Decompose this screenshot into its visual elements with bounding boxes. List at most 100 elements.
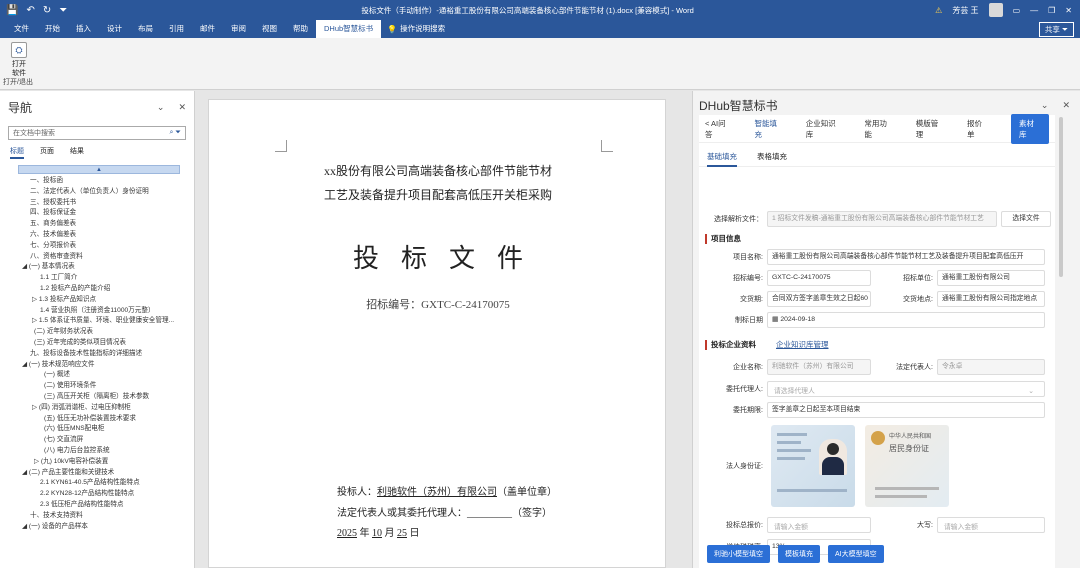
id-card-front[interactable] <box>771 425 855 507</box>
list-item[interactable]: (一) 概述 <box>0 370 194 381</box>
expand-icon[interactable]: ◢ <box>22 361 29 368</box>
list-item[interactable]: 三、授权委托书 <box>0 198 194 209</box>
list-item[interactable]: 十、技术支持资料 <box>0 511 194 522</box>
nav-tab-results[interactable]: 结果 <box>70 146 84 159</box>
collapse-all-bar[interactable]: ▲ <box>18 165 180 174</box>
list-item[interactable]: ◢ (一) 基本情况表 <box>0 262 194 273</box>
undo-icon[interactable]: ↶ <box>26 5 34 16</box>
list-item[interactable]: ▷ (四) 消弧消谐柜、过电压抑制柜 <box>0 403 194 414</box>
bid-unit-input[interactable]: 通裕重工股份有限公司 <box>937 270 1045 286</box>
list-item[interactable]: ◢ (一) 技术规范响应文件 <box>0 360 194 371</box>
agent-select[interactable]: 请选择代理人 ⌄ <box>767 381 1045 397</box>
list-item[interactable]: (三) 高压开关柜（隔离柜）技术参数 <box>0 392 194 403</box>
tab-common[interactable]: 常用功能 <box>864 118 893 140</box>
materials-button[interactable]: 素材库 <box>1011 113 1050 144</box>
template-fill-button[interactable]: 模板填充 <box>778 545 820 563</box>
doc-representative-line[interactable]: 法定代表人或其委托代理人：_________（签字） <box>337 504 552 519</box>
deliver-place-input[interactable]: 通裕重工股份有限公司指定地点 <box>937 291 1045 307</box>
knowledge-manage-link[interactable]: 企业知识库管理 <box>776 339 829 350</box>
list-item[interactable]: 1.4 营业执照（注册资金11000万元整） <box>0 306 194 317</box>
collapsed-icon[interactable]: ▷ <box>32 404 39 411</box>
tab-templates[interactable]: 模版管理 <box>916 118 945 140</box>
list-item[interactable]: 四、投标保证金 <box>0 208 194 219</box>
tab-references[interactable]: 引用 <box>161 20 192 38</box>
tab-mailings[interactable]: 邮件 <box>192 20 223 38</box>
tab-dhub[interactable]: DHub智慧标书 <box>316 20 382 38</box>
restore-icon[interactable]: ❐ <box>1048 6 1055 15</box>
expand-icon[interactable]: ◢ <box>22 263 29 270</box>
nav-search-input[interactable]: 在文档中搜索 ⌕ ⏷ <box>8 126 186 140</box>
tab-layout[interactable]: 布局 <box>130 20 161 38</box>
list-item[interactable]: ◢ (二) 产品主要性能和关键技术 <box>0 468 194 479</box>
nav-tab-pages[interactable]: 页面 <box>40 146 54 159</box>
close-icon[interactable]: ✕ <box>1065 6 1072 15</box>
tab-home[interactable]: 开始 <box>37 20 68 38</box>
tab-ai-qa[interactable]: < AI问答 <box>705 118 732 140</box>
ai-model-fill-button[interactable]: AI大模型填空 <box>828 545 884 563</box>
chevron-down-icon[interactable]: ⌄ <box>157 102 165 113</box>
list-item[interactable]: ◢ (一) 设备的产品样本 <box>0 522 194 533</box>
search-icon[interactable]: ⌕ ⏷ <box>170 129 181 137</box>
customize-icon[interactable]: ⏷ <box>59 5 67 16</box>
minimize-icon[interactable]: — <box>1030 6 1038 15</box>
tab-file[interactable]: 文件 <box>6 20 37 38</box>
document-area[interactable]: xx股份有限公司高端装备核心部件节能节材 工艺及装备提升项目配套高低压开关柜采购… <box>196 91 680 568</box>
list-item[interactable]: 八、资格审查资料 <box>0 252 194 263</box>
share-button[interactable]: 共享 ⏷ <box>1038 21 1074 37</box>
collapsed-icon[interactable]: ▷ <box>32 317 39 324</box>
expand-icon[interactable]: ◢ <box>22 523 29 530</box>
list-item[interactable]: (二) 使用环境条件 <box>0 381 194 392</box>
list-item[interactable]: 2.2 KYN28-12产品结构性能特点 <box>0 489 194 500</box>
tab-help[interactable]: 帮助 <box>285 20 316 38</box>
id-card-back[interactable]: 中华人民共和国 居民身份证 <box>865 425 949 507</box>
bid-no-input[interactable]: GXTC-C-24170075 <box>767 270 871 286</box>
doc-heading-line2[interactable]: 工艺及装备提升项目配套高低压开关柜采购 <box>209 186 667 203</box>
subtab-basic-fill[interactable]: 基础填充 <box>707 151 737 167</box>
document-page[interactable]: xx股份有限公司高端装备核心部件节能节材 工艺及装备提升项目配套高低压开关柜采购… <box>208 99 666 568</box>
list-item[interactable]: 2.1 KYN61-40.5产品结构性能特点 <box>0 478 194 489</box>
list-item[interactable]: 1.2 投标产品的产能介绍 <box>0 284 194 295</box>
price-input[interactable]: 请输入金额 <box>767 517 871 533</box>
list-item[interactable]: (六) 低压MNS配电柜 <box>0 424 194 435</box>
project-name-input[interactable]: 通裕重工股份有限公司高端装备核心部件节能节材工艺及装备提升项目配套高低压开 <box>767 249 1045 265</box>
warning-icon[interactable]: ⚠ <box>935 6 942 15</box>
user-name[interactable]: 芳芸 王 <box>952 5 978 16</box>
list-item[interactable]: 七、分项报价表 <box>0 241 194 252</box>
doc-title[interactable]: 投标文件 <box>209 238 667 275</box>
list-item[interactable]: 一、投标函 <box>0 176 194 187</box>
collapsed-icon[interactable]: ▷ <box>34 458 41 465</box>
avatar[interactable] <box>988 3 1003 17</box>
upper-input[interactable]: 请输入金额 <box>937 517 1045 533</box>
list-item[interactable]: (二) 近年财务状况表 <box>0 327 194 338</box>
expand-icon[interactable]: ◢ <box>22 469 29 476</box>
small-model-fill-button[interactable]: 利驰小模型填空 <box>707 545 770 563</box>
panel-scrollbar[interactable] <box>1059 117 1063 277</box>
close-icon[interactable]: ✕ <box>178 102 186 113</box>
term-input[interactable]: 签字盖章之日起至本项目结束 <box>767 402 1045 418</box>
list-item[interactable]: ▷ 1.3 投标产品知识点 <box>0 295 194 306</box>
chevron-down-icon[interactable]: ⌄ <box>1041 100 1049 111</box>
subtab-table-fill[interactable]: 表格填充 <box>757 151 787 166</box>
list-item[interactable]: 九、投标设备技术性能指标的详细描述 <box>0 349 194 360</box>
list-item[interactable]: 2.3 低压柜产品结构性能特点 <box>0 500 194 511</box>
list-item[interactable]: (三) 近年完成的类似项目情况表 <box>0 338 194 349</box>
tab-quote[interactable]: 报价单 <box>967 118 989 140</box>
save-icon[interactable]: 💾 <box>6 5 18 16</box>
doc-date-line[interactable]: 2025 年 10 月 25 日 <box>337 524 420 539</box>
list-item[interactable]: (八) 电力后台监控系统 <box>0 446 194 457</box>
tab-smart-fill[interactable]: 智能填充 <box>754 118 783 140</box>
company-input[interactable]: 利驰软件（苏州）有限公司 <box>767 359 871 375</box>
doc-bid-number[interactable]: 招标编号：GXTC-C-24170075 <box>209 296 667 312</box>
list-item[interactable]: (五) 低压无功补偿装置技术要求 <box>0 414 194 425</box>
tell-me-search[interactable]: 操作说明搜索 <box>397 20 453 38</box>
list-item[interactable]: ▷ (九) 10kV电容补偿装置 <box>0 457 194 468</box>
nav-tab-headings[interactable]: 标题 <box>10 146 24 159</box>
legal-input[interactable]: 令永卓 <box>937 359 1045 375</box>
doc-bidder-line[interactable]: 投标人：利驰软件（苏州）有限公司（盖单位章） <box>337 483 557 498</box>
collapsed-icon[interactable]: ▷ <box>32 296 39 303</box>
list-item[interactable]: ▷ 1.5 体系证书质量、环境、职业健康安全管理... <box>0 316 194 327</box>
tab-design[interactable]: 设计 <box>99 20 130 38</box>
list-item[interactable]: 二、法定代表人（单位负责人）身份证明 <box>0 187 194 198</box>
doc-heading-line1[interactable]: xx股份有限公司高端装备核心部件节能节材 <box>209 162 667 179</box>
tab-knowledge[interactable]: 企业知识库 <box>806 118 843 140</box>
